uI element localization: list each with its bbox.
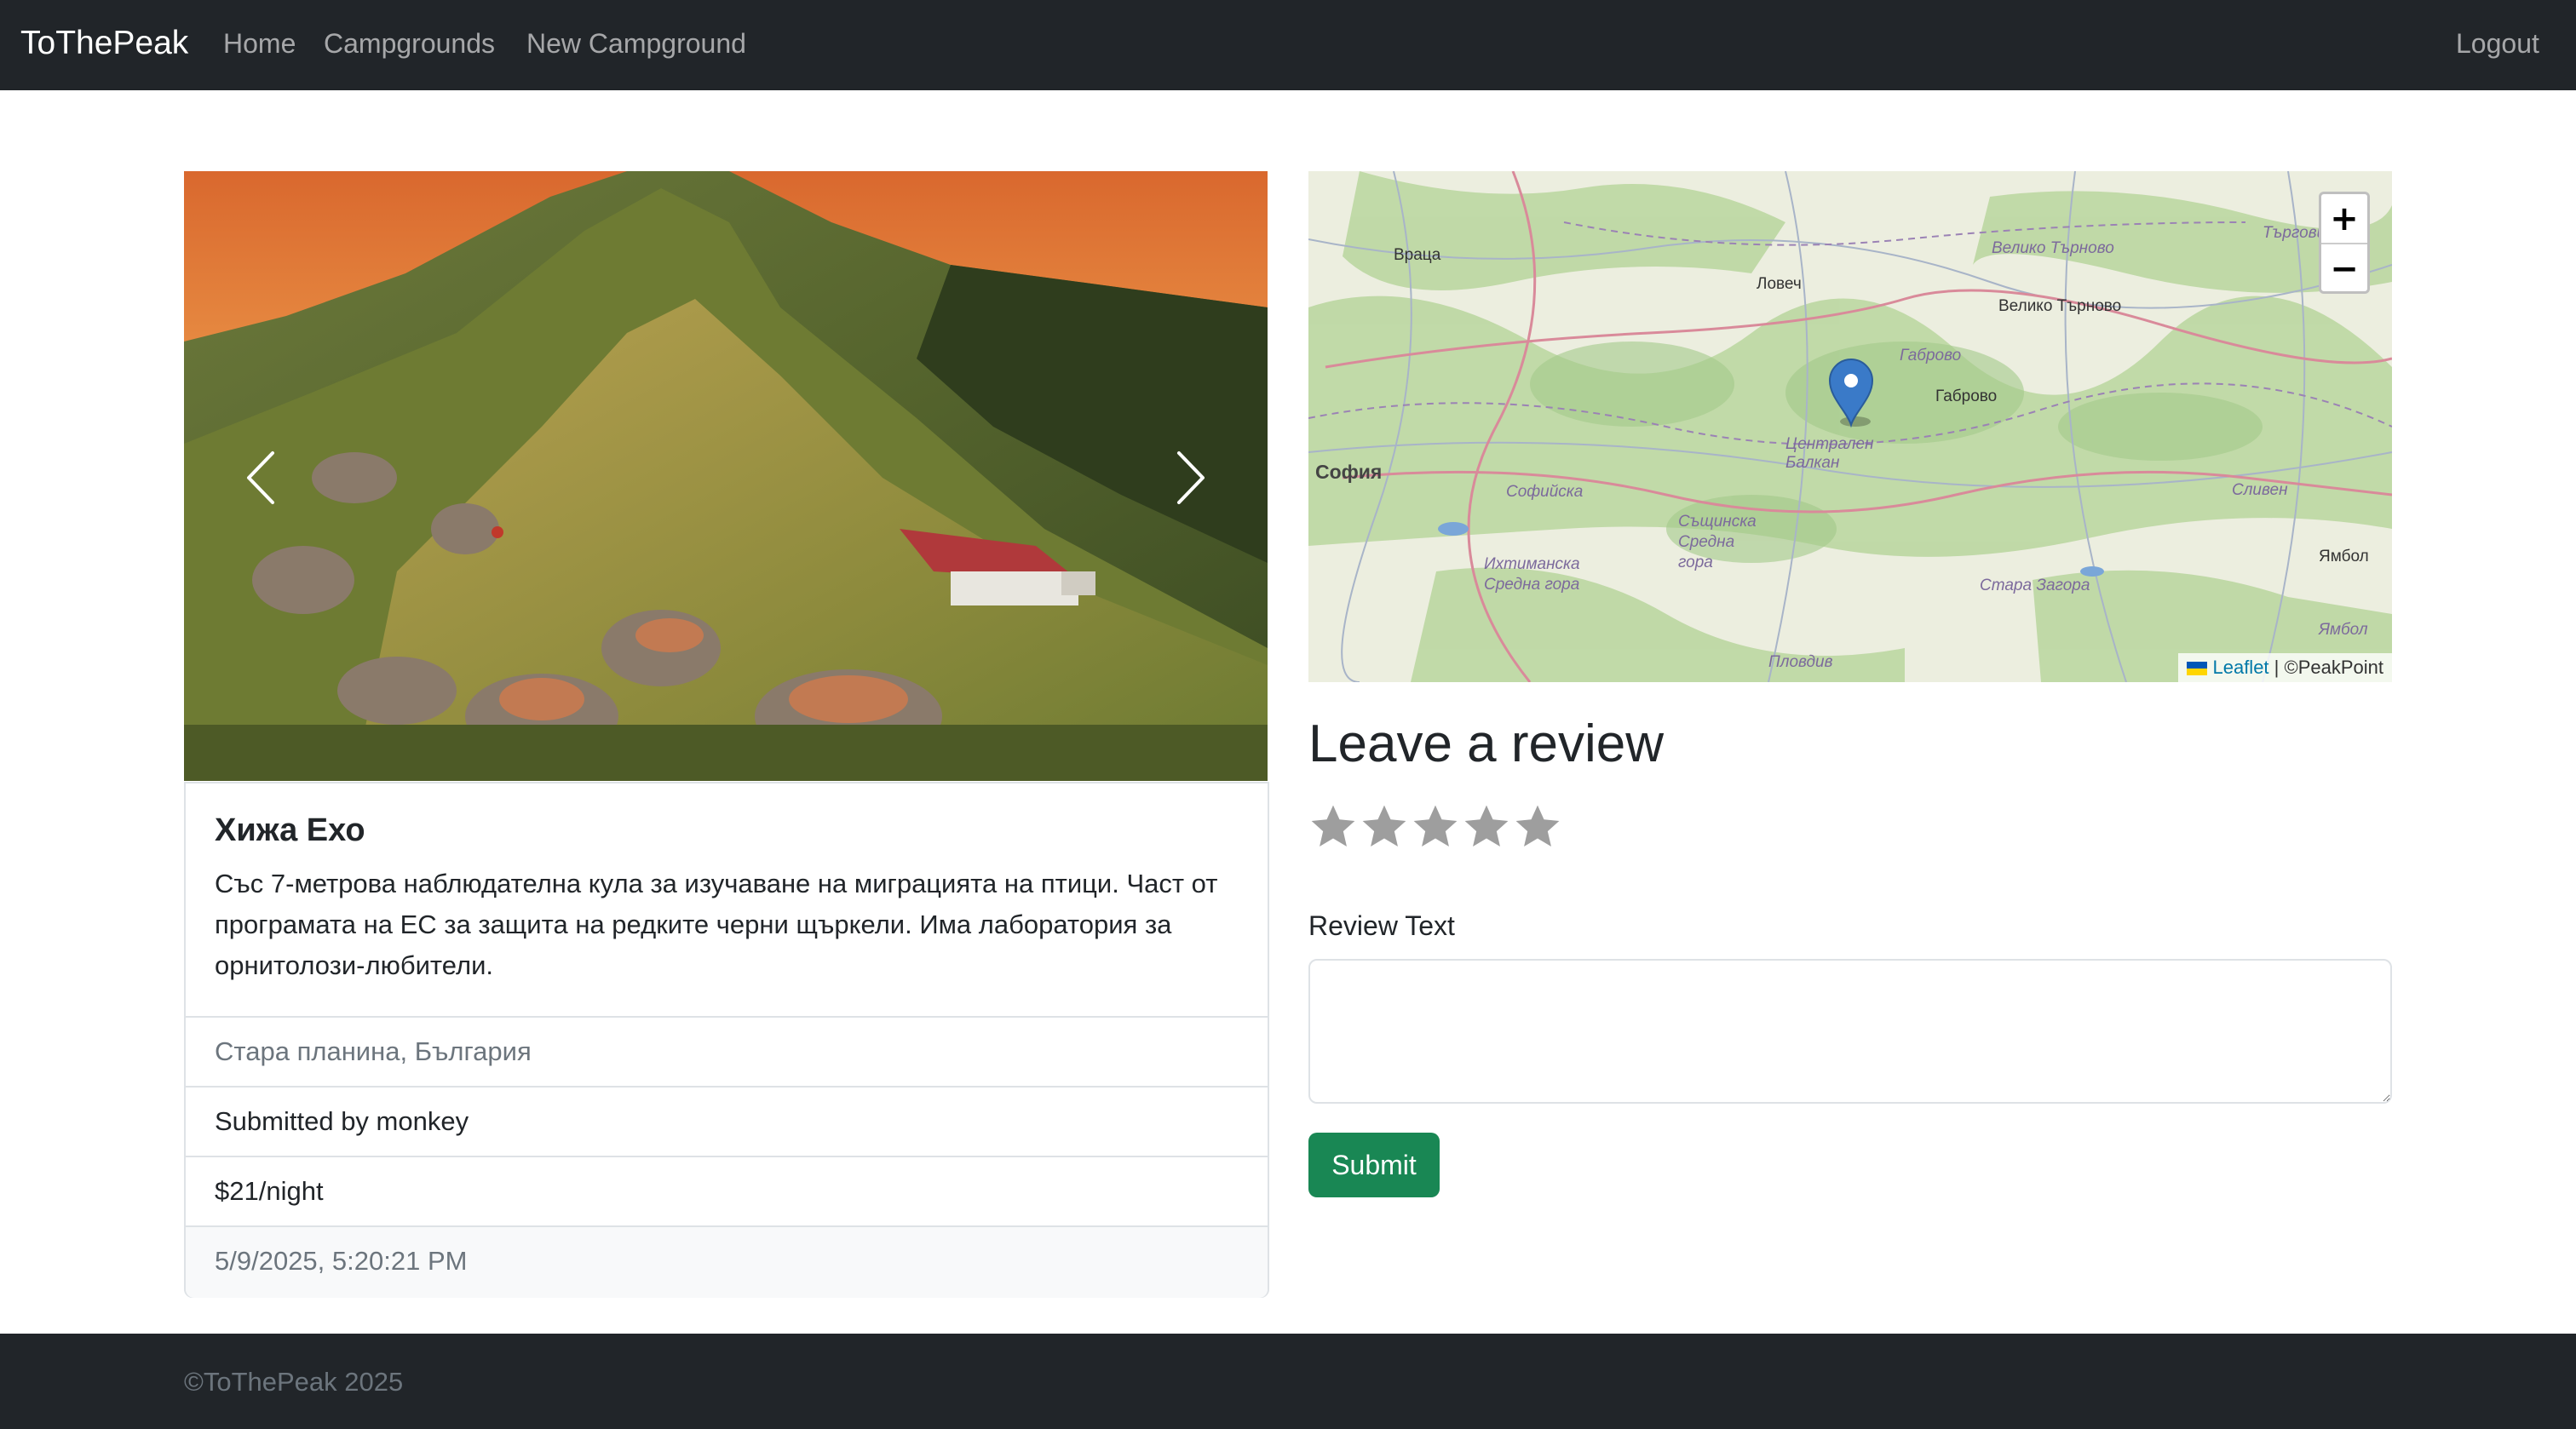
zoom-in-button[interactable]: + xyxy=(2321,194,2367,244)
map-label-sofiyska: Софийска xyxy=(1506,483,1584,501)
footer-copyright: ©ToThePeak 2025 xyxy=(184,1367,404,1397)
review-heading: Leave a review xyxy=(1308,714,1665,773)
nav-campgrounds-link[interactable]: Campgrounds xyxy=(324,25,495,62)
carousel-prev-button[interactable] xyxy=(210,427,312,529)
card-body: Хижа Ехо Със 7-метрова наблюдателна кула… xyxy=(215,811,1241,986)
campground-card: Хижа Ехо Със 7-метрова наблюдателна кула… xyxy=(184,782,1269,1298)
campground-price-row: $21/night xyxy=(186,1156,1268,1225)
attribution-text: | ©PeakPoint xyxy=(2274,657,2383,678)
submit-review-button[interactable]: Submit xyxy=(1308,1133,1440,1197)
campground-title: Хижа Ехо xyxy=(215,812,365,848)
map-label-veliko-tarnovo: Велико Търново xyxy=(1998,297,2122,315)
map-zoom-control: + − xyxy=(2319,192,2370,294)
star-icon-3[interactable] xyxy=(1411,801,1460,853)
map-label-plovdiv: Пловдив xyxy=(1768,653,1833,671)
campground-timestamp: 5/9/2025, 5:20:21 PM xyxy=(215,1246,468,1276)
logout-link[interactable]: Logout xyxy=(2456,25,2539,62)
navbar: ToThePeak Home Campgrounds New Campgroun… xyxy=(0,0,2576,90)
page-footer: ©ToThePeak 2025 xyxy=(0,1334,2576,1429)
review-text-label: Review Text xyxy=(1308,910,1455,941)
chevron-right-icon xyxy=(1177,451,1205,504)
nav-new-campground-link[interactable]: New Campground xyxy=(526,25,746,62)
map-attribution: Leaflet | ©PeakPoint xyxy=(2178,653,2392,682)
leaflet-link[interactable]: Leaflet xyxy=(2212,657,2268,678)
map-label-ihtimanska-sredna-gora: Ихтиманска Средна гора xyxy=(1484,555,1580,594)
campground-price: $21/night xyxy=(215,1176,324,1206)
map-label-lovech: Ловеч xyxy=(1757,275,1802,293)
map-label-stara-zagora: Стара Загора xyxy=(1980,577,2090,594)
campground-location: Стара планина, България xyxy=(215,1036,532,1066)
campground-location-row: Стара планина, България xyxy=(186,1016,1268,1086)
map-label-gabrovo-region: Габрово xyxy=(1900,347,1962,364)
card-footer: 5/9/2025, 5:20:21 PM xyxy=(186,1225,1268,1298)
campground-description: Със 7-метрова наблюдателна кула за изуча… xyxy=(215,869,1218,980)
map-label-yambol: Ямбол xyxy=(2319,548,2369,565)
campground-author-row: Submitted by monkey xyxy=(186,1086,1268,1156)
star-rating[interactable] xyxy=(1308,801,1562,855)
map-label-sliven: Сливен xyxy=(2232,481,2288,499)
campground-map[interactable]: Враца Ловеч Велико Търново Велико Търнов… xyxy=(1308,171,2392,682)
map-label-sofia: София xyxy=(1315,461,1383,483)
star-icon-5[interactable] xyxy=(1513,801,1562,853)
campground-photo xyxy=(184,171,1268,781)
review-text-input[interactable] xyxy=(1308,959,2392,1104)
map-label-yambol-region: Ямбол xyxy=(2319,621,2368,639)
zoom-out-button[interactable]: − xyxy=(2321,244,2367,293)
map-label-sashtinska-sredna-gora: Същинска Средна гора xyxy=(1678,513,1757,571)
star-icon-2[interactable] xyxy=(1360,801,1409,853)
chevron-left-icon xyxy=(247,451,274,504)
map-label-central-balkan: Централен Балкан xyxy=(1785,435,1874,472)
map-label-vratsa: Враца xyxy=(1394,246,1441,264)
map-marker-icon[interactable] xyxy=(1828,359,1874,428)
brand-link[interactable]: ToThePeak xyxy=(20,22,188,65)
campground-image-carousel xyxy=(184,171,1268,781)
carousel-next-button[interactable] xyxy=(1140,427,1242,529)
campground-author: Submitted by monkey xyxy=(215,1106,469,1136)
ukraine-flag-icon xyxy=(2187,662,2208,676)
map-label-gabrovo: Габрово xyxy=(1935,387,1998,405)
star-icon-4[interactable] xyxy=(1462,801,1511,853)
star-icon-1[interactable] xyxy=(1308,801,1358,853)
map-label-veliko-tarnovo-region: Велико Търново xyxy=(1992,239,2114,257)
nav-home-link[interactable]: Home xyxy=(223,25,296,62)
